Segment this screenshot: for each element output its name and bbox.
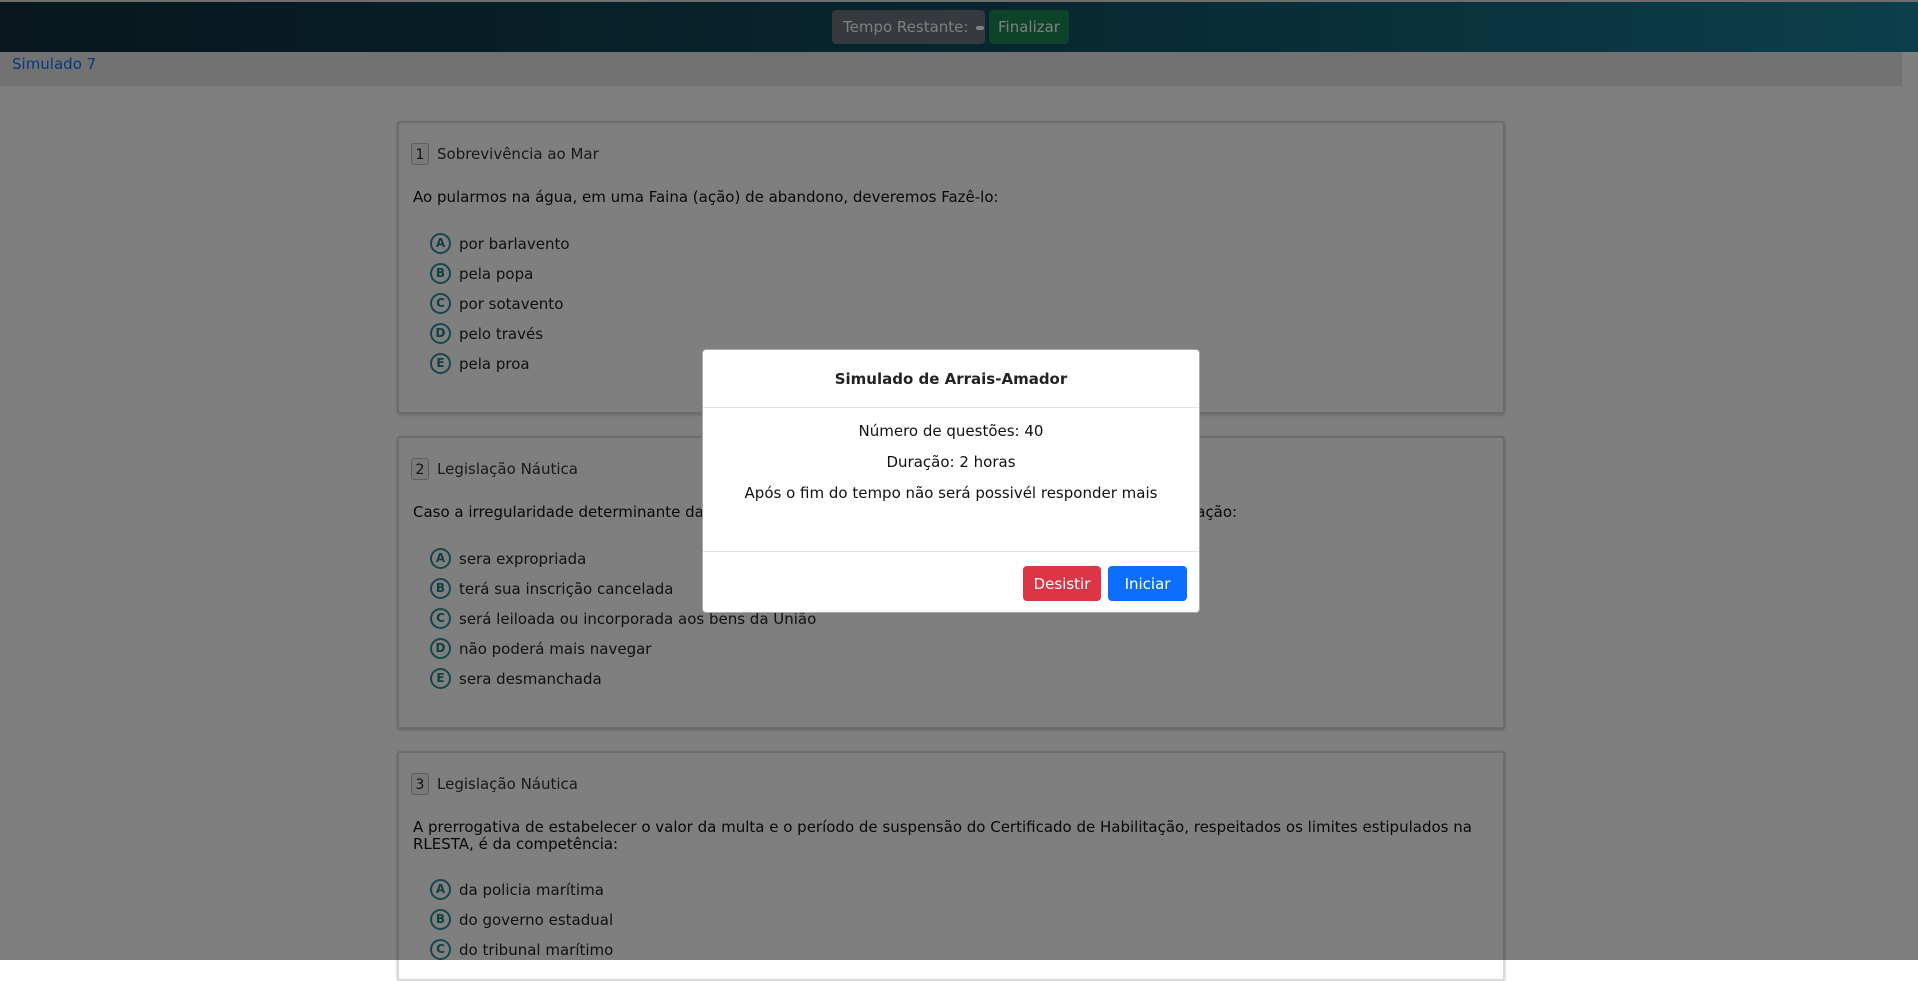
duration-text: Duração: 2 horas (886, 453, 1016, 471)
time-warning-text: Após o fim do tempo não será possivél re… (744, 484, 1158, 502)
quit-button[interactable]: Desistir (1023, 566, 1101, 601)
start-exam-modal: Simulado de Arrais-Amador Número de ques… (702, 349, 1200, 613)
start-button[interactable]: Iniciar (1108, 566, 1187, 601)
modal-footer: Desistir Iniciar (703, 551, 1199, 614)
question-count-text: Número de questões: 40 (858, 422, 1044, 440)
modal-title: Simulado de Arrais-Amador (703, 350, 1199, 408)
